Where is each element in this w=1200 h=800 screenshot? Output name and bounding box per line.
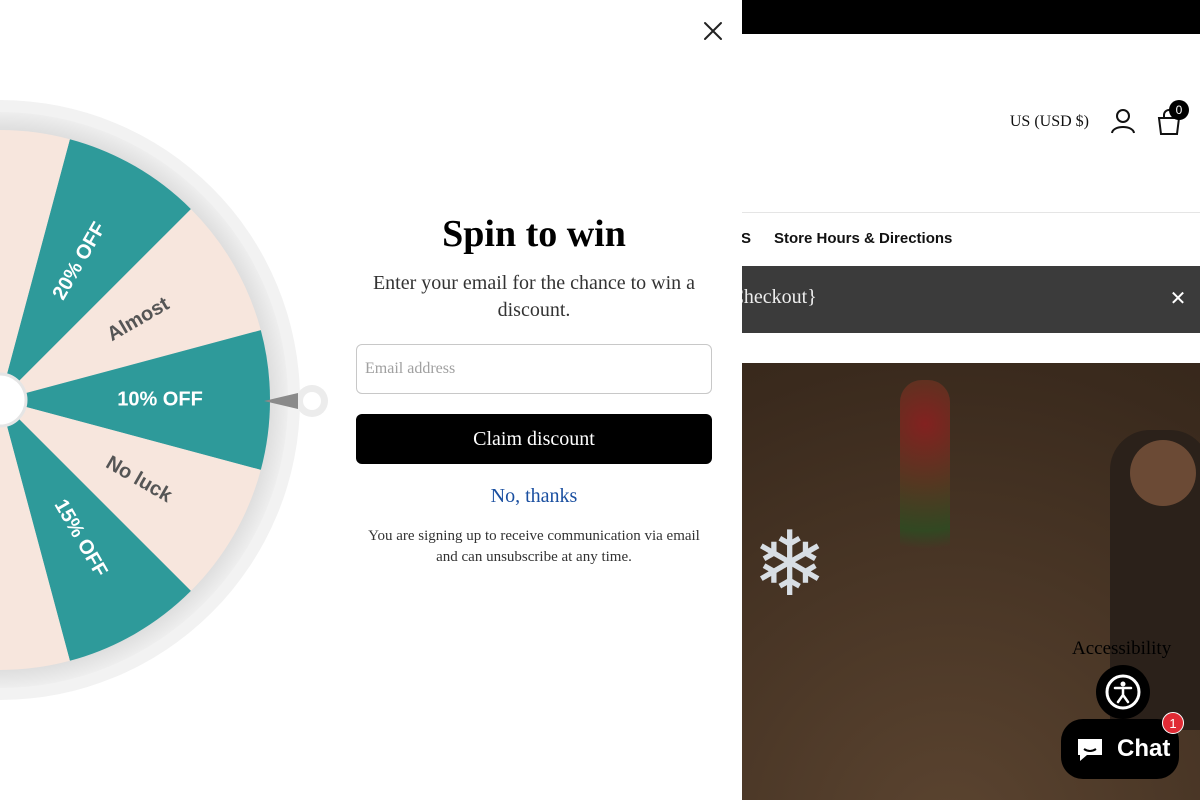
- cart-count-badge: 0: [1169, 100, 1189, 120]
- claim-discount-button[interactable]: Claim discount: [356, 414, 712, 464]
- spin-to-win-popup: 20% OFF Almost 10% OFF No luck 15% OFF Spin …: [0, 0, 742, 800]
- hero-wreath: [900, 380, 950, 600]
- hero-person-head: [1130, 440, 1196, 506]
- close-icon[interactable]: [702, 20, 724, 42]
- chat-label: Chat: [1117, 735, 1171, 762]
- disclaimer-text: You are signing up to receive communicat…: [368, 528, 700, 565]
- popup-title: Spin to win: [442, 213, 626, 255]
- snowflake-decoration: ❄: [752, 512, 828, 617]
- no-thanks-link[interactable]: No, thanks: [356, 485, 712, 508]
- wheel-pointer-icon: [264, 385, 328, 417]
- nav-item-store-hours[interactable]: Store Hours & Directions: [774, 230, 952, 247]
- email-field[interactable]: [356, 344, 712, 394]
- accessibility-button[interactable]: [1096, 665, 1150, 719]
- currency-selector[interactable]: US (USD $): [1010, 113, 1089, 131]
- accessibility-icon: [1105, 674, 1141, 710]
- accessibility-label: Accessibility: [1072, 638, 1172, 659]
- chat-unread-badge: 1: [1162, 712, 1184, 734]
- popup-subtitle: Enter your email for the chance to win a…: [372, 272, 696, 321]
- nav-item-partial[interactable]: S: [741, 230, 751, 247]
- close-icon[interactable]: ✕: [1169, 289, 1187, 309]
- chat-bubble-icon: [1078, 739, 1102, 761]
- chat-button[interactable]: Chat: [1061, 719, 1179, 779]
- account-icon[interactable]: [1110, 108, 1136, 134]
- wheel-segment-label: 10% OFF: [117, 388, 203, 410]
- prize-wheel: 20% OFFAlmost10% OFFNo luck15% OFF: [0, 100, 300, 700]
